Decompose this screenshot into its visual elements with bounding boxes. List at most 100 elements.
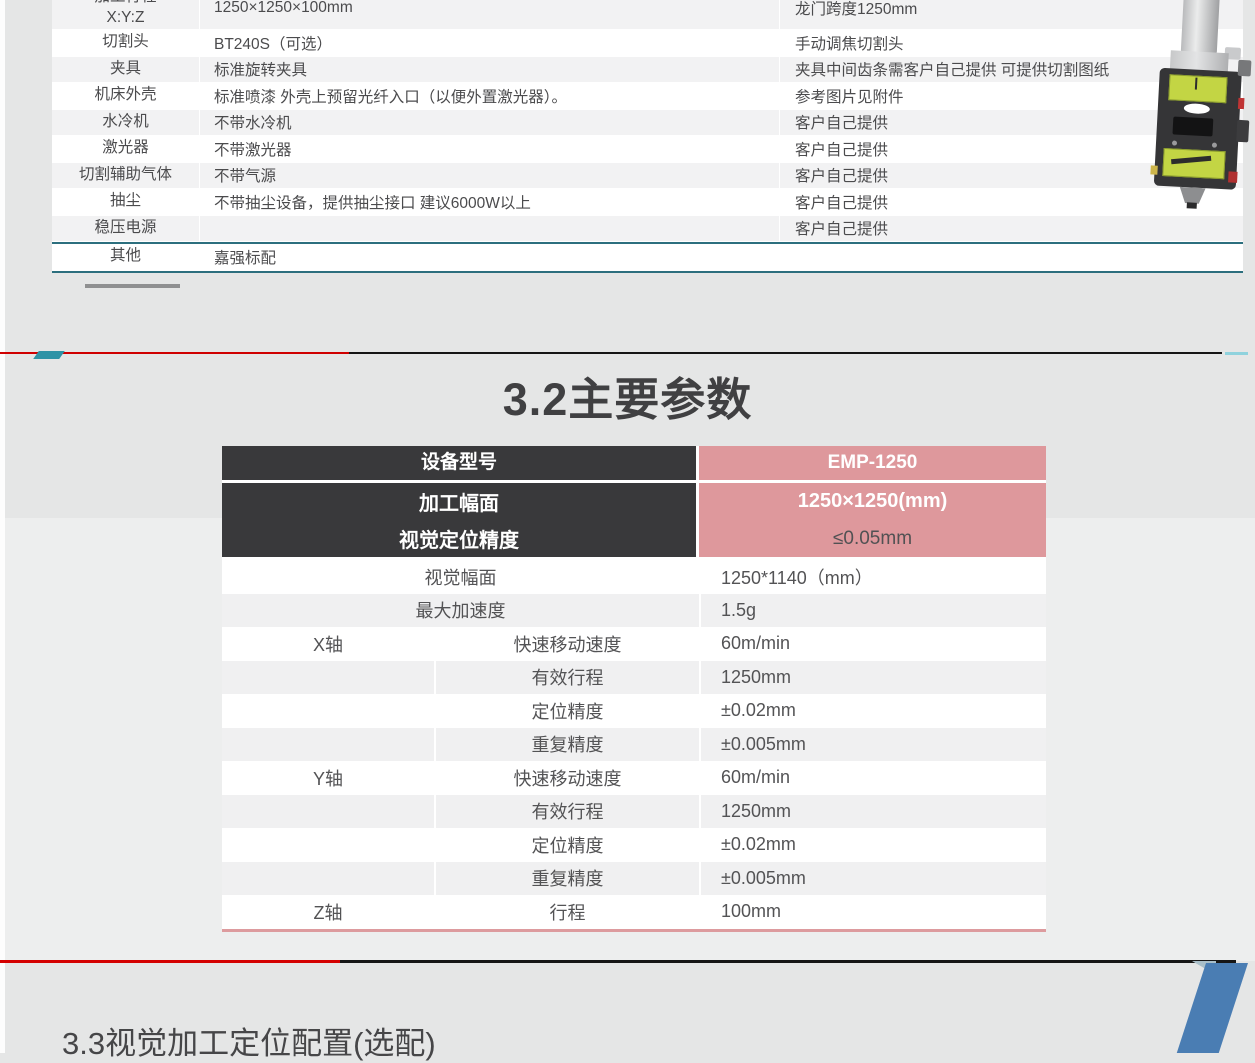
section-32-title: 3.2主要参数	[0, 363, 1255, 428]
cutting-head-connector	[1238, 60, 1252, 77]
axis-label	[222, 862, 434, 896]
table-row: 有效行程 1250mm	[222, 795, 1046, 829]
divider-teal-segment	[1225, 352, 1248, 355]
param-label: 有效行程	[436, 661, 699, 695]
cutting-head-connector	[1236, 120, 1249, 143]
spec-note	[780, 244, 1243, 270]
spec-value	[200, 216, 780, 242]
table-row: Y轴 快速移动速度 60m/min	[222, 761, 1046, 795]
table-header-row: 设备型号 EMP-1250	[222, 446, 1046, 480]
param-value: ±0.005mm	[701, 862, 1046, 896]
spec-label: 水冷机	[52, 110, 200, 136]
table-row: 激光器 不带激光器 客户自己提供	[52, 136, 1243, 163]
spec-label: 抽尘	[52, 189, 200, 215]
table-row: Z轴 行程 100mm	[222, 895, 1046, 929]
table-row: 视觉幅面 1250*1140（mm）	[222, 560, 1046, 594]
table-row: 定位精度 ±0.02mm	[222, 694, 1046, 728]
param-value: ±0.02mm	[701, 694, 1046, 728]
precision-label: 视觉定位精度	[222, 524, 696, 553]
cutting-head-inset	[1172, 116, 1213, 136]
axis-label	[222, 795, 434, 829]
divider-red-segment	[0, 960, 340, 963]
spec-note: 客户自己提供	[780, 216, 1243, 242]
param-value: 100mm	[701, 895, 1046, 929]
area-label: 加工幅面	[222, 487, 696, 516]
table-row: 稳压电源 客户自己提供	[52, 216, 1243, 243]
parameter-table: 设备型号 EMP-1250 加工幅面 视觉定位精度 1250×1250(mm) …	[222, 446, 1046, 932]
table-row: 重复精度 ±0.005mm	[222, 862, 1046, 896]
cutting-head-green-label	[1168, 74, 1227, 103]
corner-blue-wedge	[1177, 963, 1248, 1053]
axis-label	[222, 728, 434, 762]
section-divider	[0, 352, 1255, 354]
cutting-head-red-part	[1238, 98, 1245, 109]
table-header-row: 加工幅面 视觉定位精度 1250×1250(mm) ≤0.05mm	[222, 483, 1046, 557]
cutting-head-yellow-part	[1150, 165, 1157, 174]
axis-label	[222, 694, 434, 728]
model-label: 设备型号	[222, 446, 696, 480]
param-label: 快速移动速度	[436, 761, 699, 795]
spec-label: 切割辅助气体	[52, 163, 200, 189]
spec-value: BT240S（可选）	[200, 30, 780, 56]
axis-label	[222, 661, 434, 695]
spec-label: 切割头	[52, 30, 200, 56]
param-label: 定位精度	[436, 828, 699, 862]
param-label: 定位精度	[436, 694, 699, 728]
divider-teal-parallelogram	[33, 351, 65, 359]
axis-label: X轴	[222, 627, 434, 661]
spec-table: 加工行程 X:Y:Z 1250×1250×100mm 龙门跨度1250mm 切割…	[52, 0, 1243, 273]
divider-black-segment	[340, 960, 1236, 963]
spec-label: 加工行程 X:Y:Z	[52, 0, 200, 29]
spec-value: 嘉强标配	[200, 244, 780, 270]
axis-label: Y轴	[222, 761, 434, 795]
spec-label: 机床外壳	[52, 83, 200, 109]
header-values: 1250×1250(mm) ≤0.05mm	[699, 483, 1046, 557]
param-label: 视觉幅面	[222, 560, 699, 594]
table-row: 其他 嘉强标配	[52, 244, 1243, 271]
table-row: 最大加速度 1.5g	[222, 594, 1046, 628]
param-value: 1250*1140（mm）	[701, 560, 1046, 594]
table-row: 加工行程 X:Y:Z 1250×1250×100mm 龙门跨度1250mm	[52, 0, 1243, 30]
table-row: 夹具 标准旋转夹具 夹具中间齿条需客户自己提供 可提供切割图纸	[52, 57, 1243, 84]
table-row: 抽尘 不带抽尘设备，提供抽尘接口 建议6000W以上 客户自己提供	[52, 189, 1243, 216]
param-label: 有效行程	[436, 795, 699, 829]
spec-label: 其他	[52, 244, 200, 270]
spec-label: 激光器	[52, 136, 200, 162]
footer-rule	[85, 284, 180, 288]
param-value: 1250mm	[701, 661, 1046, 695]
section-33-title: 3.3视觉加工定位配置(选配)	[62, 1018, 436, 1063]
spec-label: 夹具	[52, 57, 200, 83]
spec-value: 1250×1250×100mm	[200, 0, 780, 29]
param-value: ±0.005mm	[701, 728, 1046, 762]
cutting-head-image	[1145, 0, 1255, 215]
cutting-head-red-part	[1228, 171, 1238, 182]
param-label: 重复精度	[436, 862, 699, 896]
table-row: 切割头 BT240S（可选） 手动调焦切割头	[52, 30, 1243, 57]
table-row: 重复精度 ±0.005mm	[222, 728, 1046, 762]
spec-value: 不带水冷机	[200, 110, 780, 136]
axis-label	[222, 828, 434, 862]
param-label: 行程	[436, 895, 699, 929]
spec-value: 标准喷漆 外壳上预留光纤入口（以便外置激光器）。	[200, 83, 780, 109]
spec-label: 稳压电源	[52, 216, 200, 242]
param-value: 1250mm	[701, 795, 1046, 829]
area-value: 1250×1250(mm)	[699, 490, 1046, 513]
param-value: 60m/min	[701, 627, 1046, 661]
param-label: 重复精度	[436, 728, 699, 762]
divider-black-segment	[349, 352, 1222, 354]
table-row: 切割辅助气体 不带气源 客户自己提供	[52, 163, 1243, 190]
param-label: 快速移动速度	[436, 627, 699, 661]
header-labels: 加工幅面 视觉定位精度	[222, 483, 696, 557]
spec-value: 不带抽尘设备，提供抽尘接口 建议6000W以上	[200, 189, 780, 215]
param-value: 1.5g	[701, 594, 1046, 628]
spec-value: 不带激光器	[200, 136, 780, 162]
table-row: X轴 快速移动速度 60m/min	[222, 627, 1046, 661]
table-row: 水冷机 不带水冷机 客户自己提供	[52, 110, 1243, 137]
table-row: 有效行程 1250mm	[222, 661, 1046, 695]
table-row: 机床外壳 标准喷漆 外壳上预留光纤入口（以便外置激光器）。 参考图片见附件	[52, 83, 1243, 110]
precision-value: ≤0.05mm	[699, 528, 1046, 550]
table-row: 定位精度 ±0.02mm	[222, 828, 1046, 862]
param-value: 60m/min	[701, 761, 1046, 795]
param-label: 最大加速度	[222, 594, 699, 628]
cutting-head-cylinder	[1181, 0, 1220, 55]
